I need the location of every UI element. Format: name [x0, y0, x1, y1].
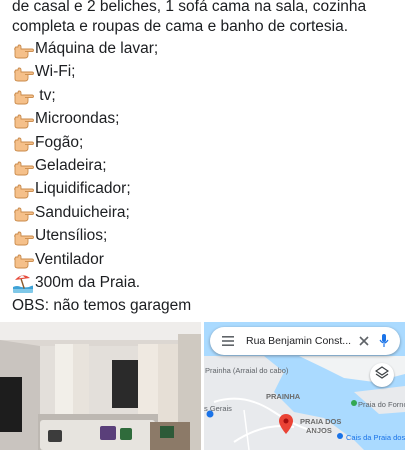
beach-umbrella-icon [12, 272, 34, 294]
pointing-hand-icon [12, 225, 34, 247]
amenity-item: Fogão; [12, 131, 402, 154]
pointing-hand-icon [12, 131, 34, 153]
layers-icon [374, 365, 390, 385]
map-screenshot[interactable]: Rua Benjamin Const... Prainha (Arraial d… [204, 322, 405, 450]
amenity-item: Liquidificador; [12, 177, 402, 200]
amenity-label: Máquina de lavar; [35, 40, 159, 57]
beach-distance: 300m da Praia. [12, 271, 402, 294]
amenity-label: tv; [35, 86, 56, 104]
map-label-praia-dos-anjos-1: PRAIA DOS [300, 417, 342, 426]
amenity-item: Wi-Fi; [12, 60, 402, 83]
location-pin-icon[interactable] [279, 414, 293, 439]
amenity-item: tv; [12, 84, 402, 107]
post-text: de casal e 2 beliches, 1 sofá cama na sa… [12, 0, 402, 317]
amenity-label: Geladeira; [35, 156, 107, 174]
photo-grid: Rua Benjamin Const... Prainha (Arraial d… [0, 322, 405, 450]
poi-icon[interactable] [206, 405, 214, 423]
microphone-icon[interactable] [374, 331, 394, 351]
amenity-list: Máquina de lavar; Wi-Fi; tv; Microondas; Fo… [12, 37, 402, 271]
menu-icon[interactable] [218, 331, 238, 351]
obs-note: OBS: não temos garagem [12, 297, 192, 315]
amenity-label: Sanduicheira; [35, 203, 130, 221]
pointing-hand-icon [12, 84, 34, 106]
intro-line: de casal e 2 beliches, 1 sofá cama na sa… [12, 0, 367, 15]
amenity-label: Microondas; [35, 110, 120, 128]
amenity-item: Ventilador [12, 248, 402, 271]
amenity-item: Utensílios; [12, 224, 402, 247]
map-label-prainha: PRAINHA [266, 392, 301, 401]
layers-button[interactable] [370, 363, 394, 387]
beach-distance-label: 300m da Praia. [35, 273, 141, 291]
map-label-praia-do-forno: Praia do Forno [358, 400, 405, 409]
map-search-bar[interactable]: Rua Benjamin Const... [210, 327, 400, 355]
amenity-label: Liquidificador; [35, 180, 131, 198]
pointing-hand-icon [12, 201, 34, 223]
map-label-praia-dos-anjos-2: ANJOS [306, 426, 332, 435]
amenity-item: Máquina de lavar; [12, 37, 402, 60]
pointing-hand-icon [12, 248, 34, 270]
amenity-label: Ventilador [35, 250, 104, 268]
map-label-cais: Cais da Praia dos Anjo [346, 433, 405, 442]
close-icon[interactable] [354, 331, 374, 351]
amenity-item: Microondas; [12, 107, 402, 130]
map-search-text[interactable]: Rua Benjamin Const... [246, 335, 354, 347]
map-label-prainha-arraial: Prainha (Arraial do cabo) [205, 366, 289, 375]
amenity-label: Utensílios; [35, 227, 108, 245]
pointing-hand-icon [12, 155, 34, 177]
intro-line: completa e roupas de cama e banho de cor… [12, 18, 349, 35]
amenity-item: Geladeira; [12, 154, 402, 177]
pointing-hand-icon [12, 178, 34, 200]
amenity-label: Wi-Fi; [35, 63, 76, 81]
amenity-item: Sanduicheira; [12, 201, 402, 224]
pointing-hand-icon [12, 108, 34, 130]
pointing-hand-icon [12, 38, 34, 60]
room-photo[interactable] [0, 322, 201, 450]
pointing-hand-icon [12, 61, 34, 83]
amenity-label: Fogão; [35, 133, 84, 151]
post-intro: de casal e 2 beliches, 1 sofá cama na sa… [12, 0, 402, 37]
